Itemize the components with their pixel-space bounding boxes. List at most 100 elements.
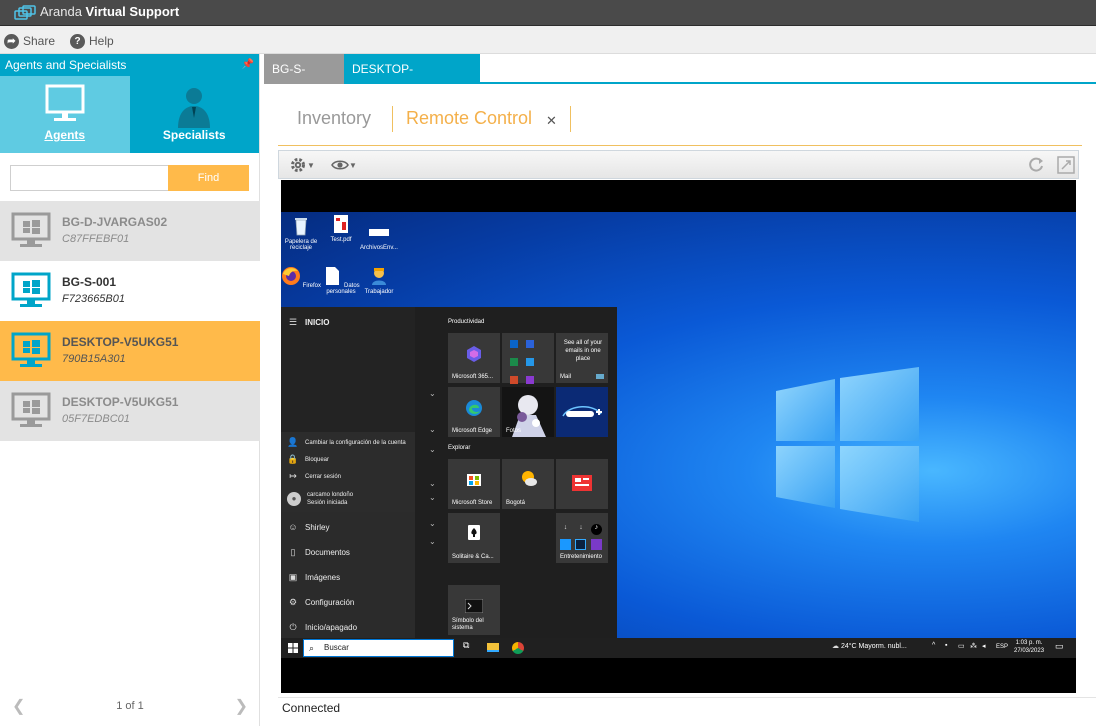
tile-label: Símbolo del sistema (452, 618, 484, 631)
agent-list-item[interactable]: DESKTOP-V5UKG51 790B15A301 (0, 321, 260, 381)
agent-name: DESKTOP-V5UKG51 (62, 395, 179, 409)
tab-specialists[interactable]: Specialists (129, 76, 259, 153)
desktop-icon-pdf[interactable]: Test.pdf (321, 214, 361, 243)
tile-fotos[interactable]: Fotos (502, 387, 554, 437)
desktop-icon-archivos[interactable]: ArchivosEnv... (359, 222, 399, 251)
weather-tray[interactable]: ☁ 24°C Mayorm. nubl... (832, 642, 907, 650)
chevron-down-icon[interactable]: ⌄ (429, 537, 436, 546)
download-icon: ↓ (579, 524, 583, 531)
tab-inventory[interactable]: Inventory (297, 108, 371, 129)
network-icon[interactable]: ▭ (958, 642, 965, 650)
monitor-icon (45, 84, 85, 121)
rail-item-documentos[interactable]: ▯ Documentos (287, 547, 350, 558)
fullscreen-button[interactable] (1057, 155, 1075, 175)
desktop-icon-datos[interactable]: Datos personales (321, 266, 361, 295)
tile-disney-plus[interactable] (556, 387, 608, 437)
firefox-icon (282, 267, 300, 285)
taskbar-search[interactable]: ⌕ Buscar (303, 639, 454, 657)
rail-item-power[interactable]: ⏻ Inicio/apagado (287, 622, 357, 633)
sign-out-icon: ↦ (289, 471, 297, 481)
chevron-down-icon: ▼ (307, 160, 315, 170)
account-settings-item[interactable]: 👤 Cambiar la configuración de la cuenta (287, 437, 405, 448)
rail-item-imagenes[interactable]: ▣ Imágenes (287, 572, 340, 583)
find-button[interactable]: Find (168, 165, 249, 191)
volume-icon[interactable]: ◂ (982, 642, 986, 650)
agent-list-item[interactable]: BG-D-JVARGAS02 C87FFEBF01 (0, 201, 260, 261)
outlook-icon (510, 340, 518, 348)
refresh-button[interactable] (1027, 155, 1045, 175)
share-button[interactable]: ➦ Share (4, 32, 55, 50)
chevron-down-icon[interactable]: ⌄ (429, 519, 436, 528)
chevron-down-icon[interactable]: ⌄ (429, 479, 436, 488)
tile-entretenimiento[interactable]: ↓ ↓ ♪ Entretenimiento (556, 513, 608, 563)
cloud-icon: ☁ (832, 643, 839, 650)
chevron-right-icon[interactable]: ❯ (235, 696, 248, 716)
lock-icon: 🔒 (287, 454, 299, 464)
agent-list-item[interactable]: DESKTOP-V5UKG51 05F7EDBC01 (0, 381, 260, 441)
tab-bg-s-001[interactable]: BG-S-001 ✕ (264, 54, 344, 106)
desktop-icon-firefox[interactable]: Firefox (281, 266, 321, 289)
prime-video-icon (560, 539, 571, 550)
rail-label: Cerrar sesión (305, 473, 342, 480)
desktop-icon-label: Papelera de reciclaje (284, 239, 318, 251)
chevron-down-icon[interactable]: ⌄ (429, 445, 436, 454)
tab-remote-control[interactable]: Remote Control (406, 108, 532, 129)
task-view-icon[interactable]: ⧉ (463, 640, 469, 651)
tray-app-icon[interactable]: ▪ (945, 642, 947, 649)
settings-menu-button[interactable]: ▼ (289, 155, 315, 175)
sign-out-item[interactable]: ↦ Cerrar sesión (287, 471, 341, 482)
tray-chevron-icon[interactable]: ^ (932, 642, 935, 649)
tab-desktop-v5ukg51[interactable]: DESKTOP-V5UKG51 ✕ (344, 54, 480, 106)
view-menu-button[interactable]: ▼ (331, 155, 357, 175)
document-icon (326, 267, 340, 285)
tile-microsoft-store[interactable]: Microsoft Store (448, 459, 500, 509)
language-indicator[interactable]: ESP (996, 644, 1008, 650)
tile-microsoft-edge[interactable]: Microsoft Edge (448, 387, 500, 437)
desktop-icon-recycle-bin[interactable]: Papelera de reciclaje (281, 216, 321, 251)
desktop-icon-label: ArchivosEnv... (360, 245, 398, 251)
remote-desktop[interactable]: Papelera de reciclaje Test.pdf ArchivosE… (281, 212, 1076, 658)
tile-office-apps[interactable] (502, 333, 554, 402)
chevron-down-icon[interactable]: ⌄ (429, 425, 436, 434)
search-input[interactable] (10, 165, 168, 191)
tile-solitaire[interactable]: Solitaire & Ca... (448, 513, 500, 563)
rail-item-configuracion[interactable]: ⚙ Configuración (287, 597, 354, 608)
clock[interactable]: 1:03 p. m. 27/03/2023 (1014, 639, 1044, 655)
close-icon[interactable]: ✕ (546, 113, 557, 129)
remote-desktop-viewport[interactable]: Papelera de reciclaje Test.pdf ArchivosE… (281, 180, 1076, 693)
agent-id: 05F7EDBC01 (62, 413, 130, 425)
tile-cmd[interactable]: Símbolo del sistema (448, 585, 500, 635)
pin-icon[interactable]: 📌 (242, 54, 254, 76)
start-menu: ☰ INICIO 👤 Cambiar la configuración de l… (281, 307, 617, 638)
tile-microsoft-365[interactable]: Microsoft 365... (448, 333, 500, 383)
tiktok-icon: ♪ (590, 524, 602, 535)
file-explorer-icon[interactable] (487, 643, 499, 652)
clock-date: 27/03/2023 (1014, 648, 1045, 654)
tile-news[interactable] (556, 459, 608, 509)
photoshop-express-icon (575, 539, 587, 550)
chevron-down-icon[interactable]: ⌄ (429, 493, 436, 502)
tab-specialists-label: Specialists (162, 128, 226, 142)
tab-agents[interactable]: Agents (0, 76, 130, 153)
help-button[interactable]: ? Help (70, 32, 114, 50)
tile-weather-bogota[interactable]: Bogotá (502, 459, 554, 509)
agent-list-item[interactable]: BG-S-001 F723665B01 (0, 261, 260, 321)
onedrive-icon (526, 358, 535, 366)
refresh-icon (1029, 157, 1043, 172)
remote-taskbar: ⌕ Buscar ⧉ ☁ 24°C Mayorm. nubl... ^ ▪ ▭ … (281, 638, 1076, 658)
tab-agents-label: Agents (44, 128, 86, 142)
windows-start-icon[interactable] (288, 643, 298, 653)
lock-item[interactable]: 🔒 Bloquear (287, 454, 329, 465)
current-user[interactable]: ● carcamo londoño Sesión iniciada (287, 491, 353, 507)
notifications-icon[interactable]: ▭ (1055, 641, 1064, 652)
news-icon (572, 475, 592, 491)
chrome-icon[interactable] (512, 642, 524, 654)
desktop-icon-trabajador[interactable]: Trabajador (359, 266, 399, 295)
start-menu-header[interactable]: ☰ INICIO (287, 317, 330, 328)
tile-mail[interactable]: See all of your emails in one place Mail (556, 333, 608, 383)
tile-label: Bogotá (506, 500, 526, 506)
rail-item-shirley[interactable]: ☺ Shirley (287, 522, 329, 532)
divider (570, 106, 571, 132)
chevron-down-icon[interactable]: ⌄ (429, 389, 436, 398)
wifi-icon[interactable]: ⁂ (970, 642, 977, 650)
